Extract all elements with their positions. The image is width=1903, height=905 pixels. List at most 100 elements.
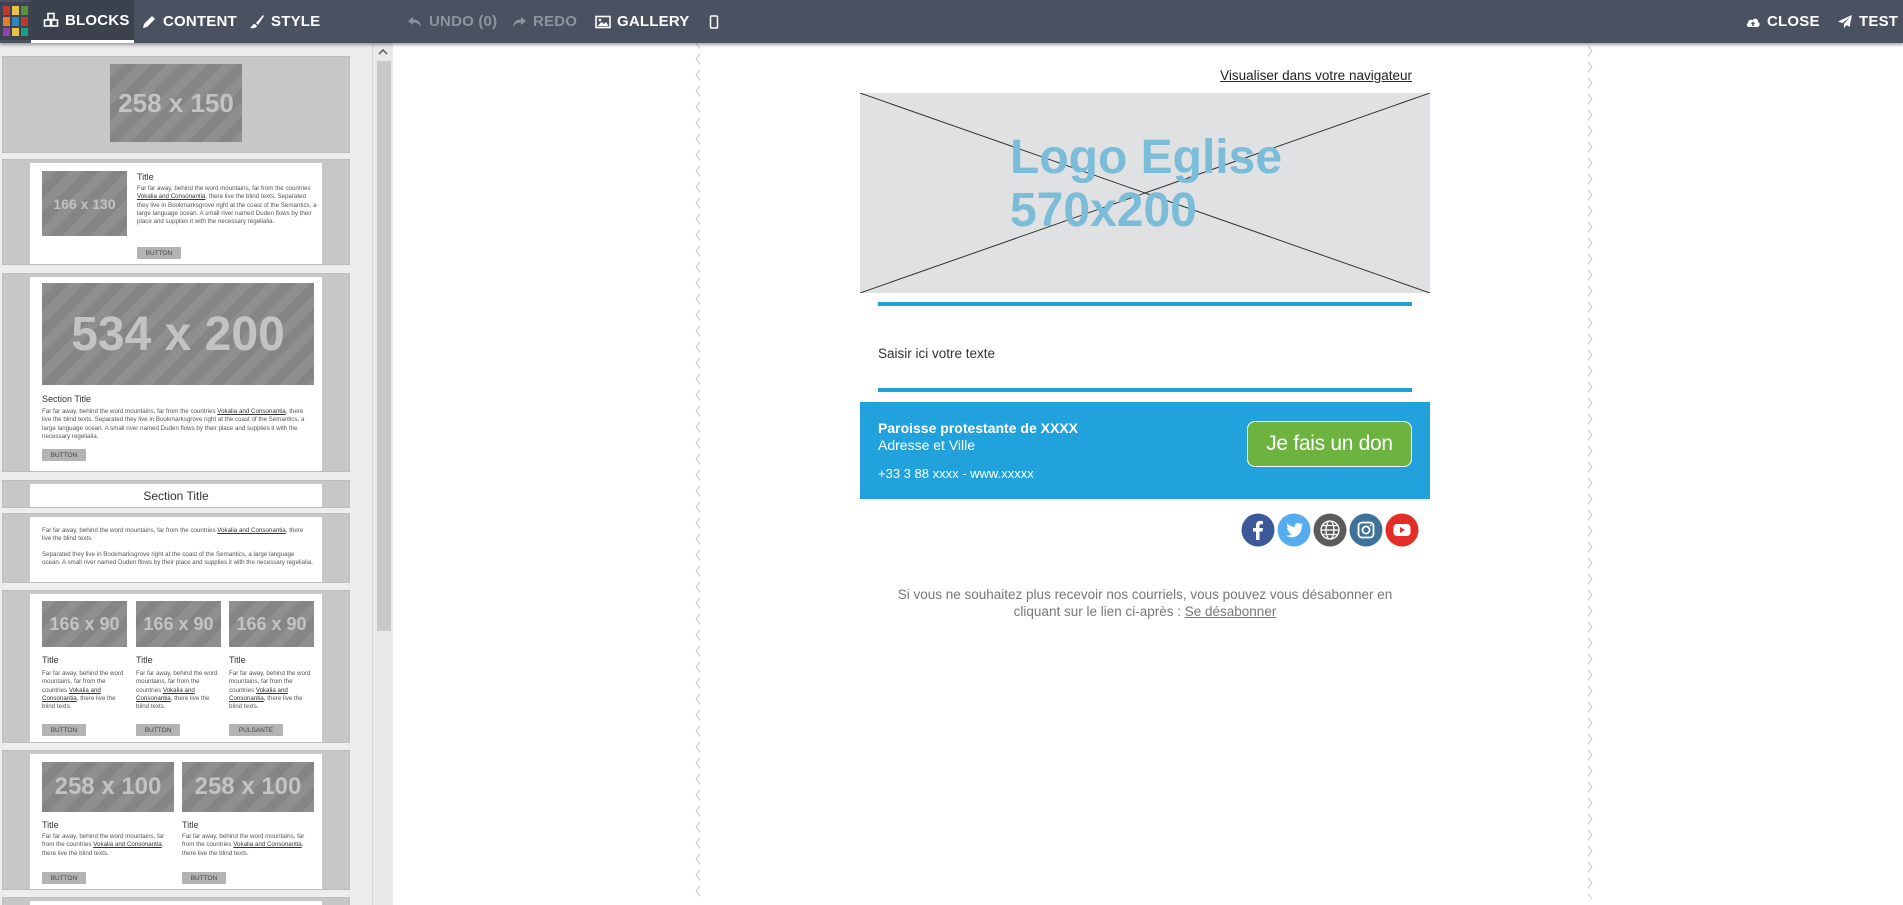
- unsubscribe-notice: Si vous ne souhaitez plus recevoir nos c…: [878, 586, 1412, 620]
- block-title: Title: [42, 820, 59, 830]
- contact-footer: Paroisse protestante de XXXX Adresse et …: [860, 402, 1430, 499]
- block-body: 166 x 130 Title Far far away, behind the…: [30, 163, 322, 264]
- email-page: Visualiser dans votre navigateur Logo Eg…: [700, 43, 1588, 905]
- blocks-icon: [43, 12, 59, 28]
- logo-line-2: 570x200: [1010, 184, 1197, 237]
- gallery-button[interactable]: GALLERY: [595, 0, 690, 43]
- gallery-label: GALLERY: [617, 13, 690, 30]
- block-big-image-text[interactable]: 534 x 200 Section Title Far far away, be…: [2, 273, 350, 472]
- image-placeholder: 534 x 200: [42, 283, 314, 385]
- block-title: Title: [182, 820, 199, 830]
- block-title: Title: [229, 655, 246, 665]
- close-button[interactable]: CLOSE: [1745, 0, 1820, 43]
- block-text-only[interactable]: Far far away, behind the word mountains,…: [2, 513, 350, 583]
- tab-blocks-label: BLOCKS: [65, 11, 130, 29]
- block-button: BUTTON: [136, 724, 180, 736]
- view-in-browser-link[interactable]: Visualiser dans votre navigateur: [1220, 68, 1412, 83]
- block-section-title[interactable]: Section Title: [2, 480, 350, 508]
- tab-blocks[interactable]: BLOCKS: [31, 0, 134, 43]
- donate-button[interactable]: Je fais un don: [1247, 421, 1412, 467]
- block-body: Far far away, behind the word mountains,…: [30, 517, 322, 582]
- facebook-icon[interactable]: [1241, 513, 1275, 547]
- block-title: Section Title: [30, 484, 322, 507]
- block-paragraph: Far far away, behind the word mountains,…: [42, 670, 124, 711]
- block-paragraph: Far far away, behind the word mountains,…: [42, 527, 304, 543]
- logo-placeholder-text: Logo Eglise 570x200: [1010, 131, 1282, 237]
- parish-address: Adresse et Ville: [878, 437, 976, 453]
- block-button: PULSANTE: [229, 724, 283, 736]
- close-label: CLOSE: [1767, 13, 1820, 30]
- block-image-text[interactable]: 166 x 130 Title Far far away, behind the…: [2, 159, 350, 265]
- email-canvas: Visualiser dans votre navigateur Logo Eg…: [393, 43, 1903, 905]
- block-body: [30, 901, 322, 905]
- undo-button[interactable]: UNDO (0): [407, 0, 497, 43]
- blocks-sidebar: 258 x 150 166 x 130 Title Far far away, …: [0, 43, 372, 905]
- block-partial[interactable]: [2, 897, 350, 905]
- image-placeholder: 166 x 90: [229, 601, 314, 647]
- youtube-icon[interactable]: [1385, 513, 1419, 547]
- test-button[interactable]: TEST: [1837, 0, 1898, 43]
- block-body: 166 x 90 166 x 90 166 x 90 Title Title T…: [30, 594, 322, 742]
- divider-top: [878, 302, 1412, 306]
- block-button: BUTTON: [137, 247, 181, 259]
- block-button: BUTTON: [42, 872, 86, 884]
- block-paragraph: Far far away, behind the word mountains,…: [182, 833, 305, 857]
- image-icon: [595, 14, 611, 30]
- image-placeholder: 258 x 100: [42, 762, 174, 812]
- test-label: TEST: [1859, 13, 1899, 30]
- mobile-preview-button[interactable]: [706, 0, 722, 43]
- image-placeholder: 166 x 130: [42, 171, 127, 236]
- sidebar-scrollbar[interactable]: [372, 43, 393, 905]
- block-paragraph: Far far away, behind the word mountains,…: [137, 185, 317, 226]
- block-two-columns[interactable]: 258 x 100 258 x 100 Title Title Far far …: [2, 750, 350, 890]
- block-body: 258 x 100 258 x 100 Title Title Far far …: [30, 754, 322, 889]
- block-title: Section Title: [42, 394, 92, 404]
- logo-placeholder-image[interactable]: Logo Eglise 570x200: [860, 93, 1430, 293]
- block-button: BUTTON: [42, 449, 86, 461]
- tab-content[interactable]: CONTENT: [141, 0, 237, 43]
- preheader: Visualiser dans votre navigateur: [860, 43, 1412, 83]
- block-button: BUTTON: [182, 872, 226, 884]
- block-paragraph: Far far away, behind the word mountains,…: [42, 408, 305, 440]
- tab-content-label: CONTENT: [163, 13, 237, 30]
- body-text[interactable]: Saisir ici votre texte: [878, 346, 995, 361]
- block-button: BUTTON: [42, 724, 86, 736]
- toolbar: BLOCKS CONTENT STYLE UNDO (0) REDO GALLE…: [0, 0, 1903, 43]
- redo-icon: [511, 14, 527, 30]
- brush-icon: [249, 14, 265, 30]
- twitter-icon[interactable]: [1277, 513, 1311, 547]
- tab-style[interactable]: STYLE: [249, 0, 320, 43]
- image-placeholder: 166 x 90: [136, 601, 221, 647]
- unsubscribe-link[interactable]: Se désabonner: [1185, 604, 1277, 619]
- block-three-columns[interactable]: 166 x 90 166 x 90 166 x 90 Title Title T…: [2, 590, 350, 743]
- block-image-only[interactable]: 258 x 150: [2, 56, 350, 153]
- pencil-icon: [141, 14, 157, 30]
- instagram-icon[interactable]: [1349, 513, 1383, 547]
- block-paragraph: Far far away, behind the word mountains,…: [229, 670, 311, 711]
- undo-icon: [407, 14, 423, 30]
- block-title: Title: [136, 655, 153, 665]
- redo-button[interactable]: REDO: [511, 0, 577, 43]
- block-paragraph: Far far away, behind the word mountains,…: [136, 670, 218, 711]
- parish-contact: +33 3 88 xxxx - www.xxxxx: [878, 466, 1034, 481]
- globe-icon[interactable]: [1313, 513, 1347, 547]
- cloud-upload-icon: [1745, 14, 1761, 30]
- image-placeholder: 258 x 100: [182, 762, 314, 812]
- mobile-icon: [706, 14, 722, 30]
- divider-bottom: [878, 388, 1412, 392]
- block-body: 534 x 200 Section Title Far far away, be…: [30, 277, 322, 471]
- parish-name: Paroisse protestante de XXXX: [878, 420, 1078, 436]
- block-title: Title: [137, 172, 154, 182]
- tab-style-label: STYLE: [271, 13, 321, 30]
- chevron-up-icon[interactable]: [377, 46, 389, 58]
- scrollbar-thumb[interactable]: [377, 61, 391, 631]
- logo-line-1: Logo Eglise: [1010, 131, 1283, 184]
- redo-label: REDO: [533, 13, 578, 30]
- block-paragraph: Far far away, behind the word mountains,…: [42, 833, 165, 857]
- app-logo: [0, 2, 31, 40]
- unsubscribe-text: Si vous ne souhaitez plus recevoir nos c…: [897, 587, 1393, 619]
- block-paragraph: Separated they live in Bookmarksgrove ri…: [42, 551, 314, 567]
- undo-label: UNDO (0): [429, 13, 498, 30]
- paper-plane-icon: [1837, 14, 1853, 30]
- image-placeholder: 166 x 90: [42, 601, 127, 647]
